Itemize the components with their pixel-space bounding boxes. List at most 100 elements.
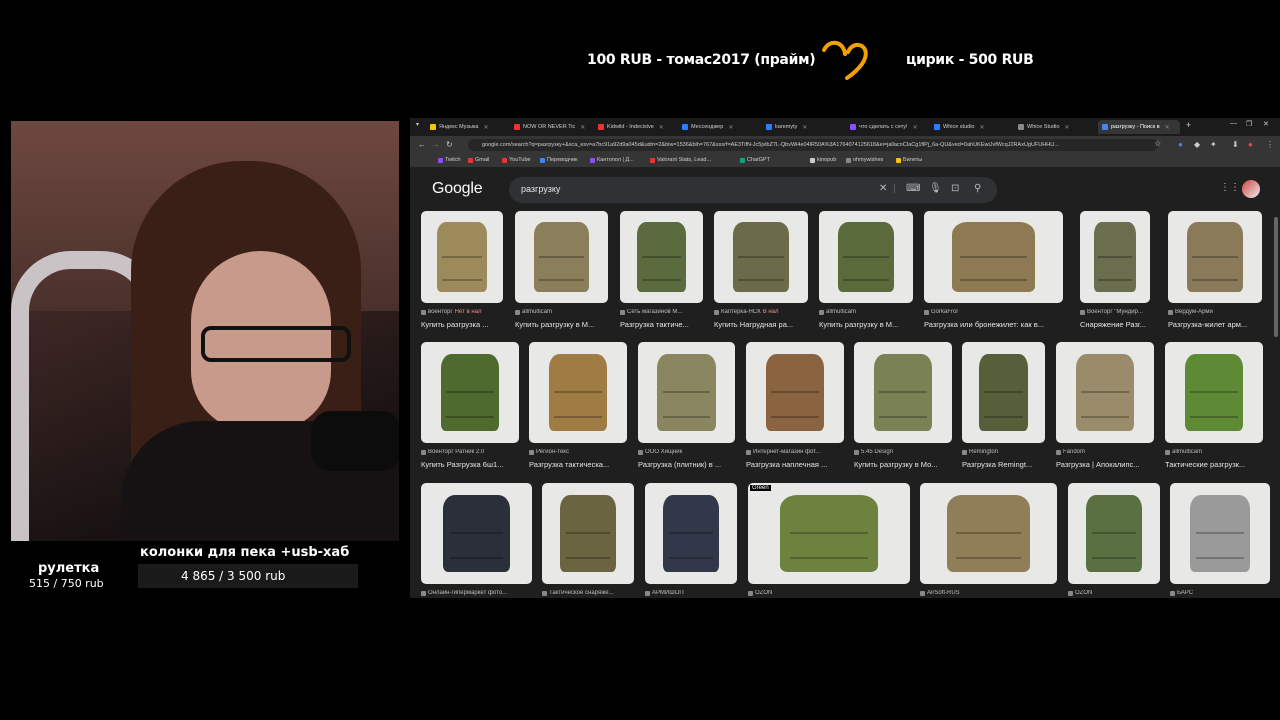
- result-title[interactable]: Купить разгрузку в Мо...: [854, 460, 952, 469]
- result-title[interactable]: Купить Разгрузка 6ш1...: [421, 460, 519, 469]
- result-title[interactable]: Разгрузка тактическа...: [529, 460, 627, 469]
- bookmark-item[interactable]: kinopub: [810, 157, 836, 163]
- image-thumbnail[interactable]: [421, 211, 503, 303]
- result-source[interactable]: Военторг Ратник 2.0: [421, 449, 519, 455]
- image-thumbnail[interactable]: [1080, 211, 1150, 303]
- bookmark-item[interactable]: Переводчик: [540, 157, 577, 163]
- voice-search-icon[interactable]: 🎙: [929, 183, 942, 194]
- bookmark-item[interactable]: Twitch: [438, 157, 461, 163]
- menu-icon[interactable]: ⋮: [1266, 140, 1274, 149]
- maximize-icon[interactable]: ❐: [1246, 120, 1252, 128]
- image-thumbnail[interactable]: Green: [748, 483, 910, 584]
- bookmark-item[interactable]: ohmywishes: [846, 157, 883, 163]
- url-field[interactable]: google.com/search?q=разгрузку+&sca_esv=a…: [468, 139, 1158, 151]
- result-title[interactable]: Разгрузка Remingt...: [962, 460, 1045, 469]
- image-thumbnail[interactable]: [645, 483, 737, 584]
- bookmark-star-icon[interactable]: ☆: [1154, 139, 1161, 148]
- tab-close-icon[interactable]: ✕: [659, 124, 664, 131]
- search-box[interactable]: разгрузку ✕ | ⌨ 🎙 ⊡ ⚲: [509, 177, 997, 203]
- result-source[interactable]: Военторг "Мундир...: [1080, 309, 1150, 315]
- result-title[interactable]: Купить разгрузка ...: [421, 320, 503, 329]
- result-title[interactable]: Тактические разгрузк...: [1165, 460, 1263, 469]
- result-source[interactable]: ООО Хищник: [638, 449, 735, 455]
- browser-tab[interactable]: NOW OR NEVER Tic ✕: [510, 120, 592, 134]
- result-title[interactable]: Купить разгрузку в М...: [515, 320, 608, 329]
- result-source[interactable]: Fandom: [1056, 449, 1154, 455]
- downloads-icon[interactable]: ⬇: [1232, 140, 1239, 149]
- browser-tab[interactable]: karemyty ✕: [762, 120, 844, 134]
- tab-search-icon[interactable]: ▾: [416, 121, 419, 128]
- browser-tab[interactable]: Яндекс Музыка ✕: [426, 120, 508, 134]
- image-thumbnail[interactable]: [620, 211, 703, 303]
- tab-close-icon[interactable]: ✕: [1064, 124, 1069, 131]
- close-window-icon[interactable]: ✕: [1263, 120, 1269, 128]
- image-thumbnail[interactable]: [638, 342, 735, 443]
- search-query[interactable]: разгрузку: [521, 184, 560, 194]
- result-source[interactable]: allmulticam: [819, 309, 913, 315]
- image-thumbnail[interactable]: [542, 483, 634, 584]
- image-thumbnail[interactable]: [924, 211, 1063, 303]
- result-source[interactable]: Тактическое снаряже...: [542, 590, 634, 596]
- image-thumbnail[interactable]: [1170, 483, 1270, 584]
- image-thumbnail[interactable]: [421, 342, 519, 443]
- search-icon[interactable]: ⚲: [974, 183, 981, 194]
- clear-search-icon[interactable]: ✕: [879, 183, 887, 194]
- lens-search-icon[interactable]: ⊡: [951, 183, 959, 194]
- tab-close-icon[interactable]: ✕: [913, 124, 918, 131]
- bookmark-item[interactable]: Gmail: [468, 157, 489, 163]
- image-thumbnail[interactable]: [920, 483, 1057, 584]
- new-tab-icon[interactable]: +: [1186, 120, 1191, 130]
- tab-close-icon[interactable]: ✕: [802, 124, 807, 131]
- image-thumbnail[interactable]: [1165, 342, 1263, 443]
- forward-icon[interactable]: →: [432, 140, 440, 149]
- result-source[interactable]: Интернет-магазин фот...: [746, 449, 844, 455]
- result-title[interactable]: Снаряжение Разг...: [1080, 320, 1150, 329]
- result-source[interactable]: allmulticam: [515, 309, 608, 315]
- browser-tab[interactable]: что сделать с сету! ✕: [846, 120, 928, 134]
- page-scrollbar[interactable]: [1274, 217, 1278, 337]
- result-title[interactable]: Разгрузка или бронежилет: как в...: [924, 320, 1063, 329]
- minimize-icon[interactable]: —: [1230, 120, 1237, 127]
- tab-close-icon[interactable]: ✕: [980, 124, 985, 131]
- tab-close-icon[interactable]: ✕: [483, 124, 488, 131]
- image-thumbnail[interactable]: [819, 211, 913, 303]
- result-source[interactable]: GorkaFrol: [924, 309, 1063, 315]
- bookmark-item[interactable]: ChatGPT: [740, 157, 770, 163]
- account-avatar[interactable]: [1242, 180, 1260, 198]
- bookmark-item[interactable]: Билеты: [896, 157, 922, 163]
- result-source[interactable]: Сеть магазинов М...: [620, 309, 703, 315]
- image-thumbnail[interactable]: [1056, 342, 1154, 443]
- image-thumbnail[interactable]: [746, 342, 844, 443]
- browser-tab[interactable]: разгрузку - Поиск в ✕: [1098, 120, 1180, 134]
- bookmark-item[interactable]: Кантопол | Д...: [590, 157, 634, 163]
- tab-close-icon[interactable]: ✕: [580, 124, 585, 131]
- result-source[interactable]: AirSoft-RUS: [920, 590, 1057, 596]
- browser-tab[interactable]: Kidwild - Indecisive ✕: [594, 120, 676, 134]
- image-thumbnail[interactable]: [1168, 211, 1262, 303]
- result-source[interactable]: Remington: [962, 449, 1045, 455]
- image-thumbnail[interactable]: [529, 342, 627, 443]
- tab-close-icon[interactable]: ✕: [728, 124, 733, 131]
- image-thumbnail[interactable]: [515, 211, 608, 303]
- image-thumbnail[interactable]: [714, 211, 808, 303]
- result-source[interactable]: 5.45 Design: [854, 449, 952, 455]
- result-title[interactable]: Разгрузка тактиче...: [620, 320, 703, 329]
- result-title[interactable]: Купить Нагрудная ра...: [714, 320, 808, 329]
- result-source[interactable]: Вердум-Арми: [1168, 309, 1262, 315]
- result-source[interactable]: АРМИШОП: [645, 590, 737, 596]
- keyboard-icon[interactable]: ⌨: [906, 183, 920, 194]
- extension2-icon[interactable]: ◆: [1194, 140, 1200, 149]
- extension-icon[interactable]: ●: [1178, 140, 1183, 149]
- result-title[interactable]: Разгрузка | Апокалипс...: [1056, 460, 1154, 469]
- result-source[interactable]: OZON: [748, 590, 910, 596]
- result-source[interactable]: Каптерка-НСК В нал: [714, 309, 808, 315]
- result-source[interactable]: военторг Нет в нал: [421, 309, 503, 315]
- image-thumbnail[interactable]: [962, 342, 1045, 443]
- extensions-puzzle-icon[interactable]: ✦: [1210, 140, 1217, 149]
- browser-tab[interactable]: Whice Studio ✕: [1014, 120, 1096, 134]
- reload-icon[interactable]: ↻: [446, 140, 453, 149]
- image-thumbnail[interactable]: [1068, 483, 1160, 584]
- browser-tab[interactable]: Мессенджер ✕: [678, 120, 760, 134]
- image-thumbnail[interactable]: [421, 483, 532, 584]
- bookmark-item[interactable]: Valorant Stats, Lead...: [650, 157, 711, 163]
